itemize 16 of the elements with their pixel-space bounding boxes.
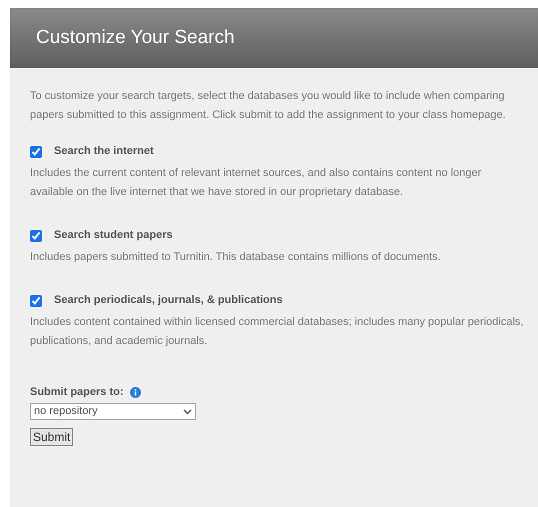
checkbox[interactable] <box>30 230 42 242</box>
submit-button[interactable]: Submit <box>30 428 74 446</box>
option-label: Search the internet <box>54 144 154 159</box>
checkbox[interactable] <box>30 294 42 306</box>
option-description: Includes papers submitted to Turnitin. This database contains millions of documents. <box>30 250 442 265</box>
checkbox[interactable] <box>30 146 42 158</box>
option-description: Includes the current content of relevant internet sources, and also contains content no longer available on the live internet that we have stored in our proprietary database. <box>30 166 482 200</box>
option-label: Search periodicals, journals, & publications <box>54 293 283 308</box>
info-icon[interactable] <box>130 387 141 398</box>
field-label: Submit papers to: <box>30 385 124 400</box>
panel-title: Customize Your Search <box>36 26 235 50</box>
option-description: Includes content contained within licensed commercial databases; includes many popular periodicals, publications, and academic journals. <box>30 315 524 349</box>
chevron-down-icon <box>183 408 192 414</box>
repository-select[interactable]: no repository <box>30 403 196 420</box>
intro-text: To customize your search targets, select the databases you would like to include when comparing papers submitted to this assignment. Click submit to add the assignment to your class homepage. <box>30 89 507 123</box>
option-label: Search student papers <box>54 228 173 243</box>
